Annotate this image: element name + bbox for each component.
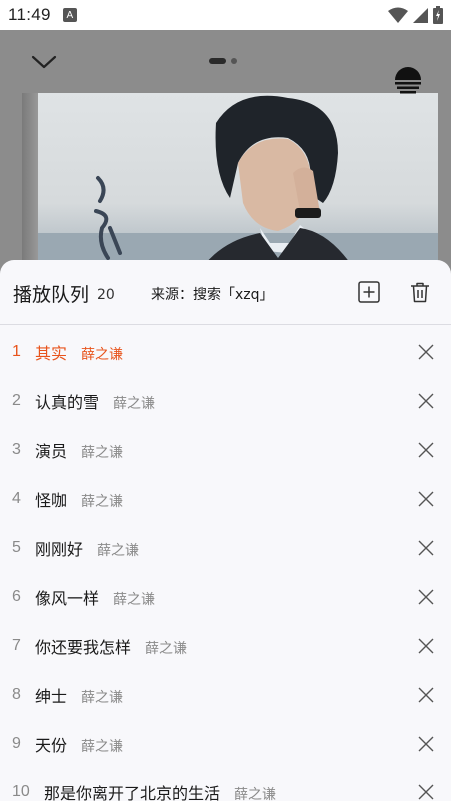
- track-number: 8: [12, 685, 21, 703]
- status-bar: 11:49 A: [0, 0, 451, 30]
- close-icon[interactable]: [416, 782, 436, 801]
- queue-item[interactable]: 9 天份 薛之谦: [0, 719, 451, 768]
- notification-icon: A: [62, 8, 77, 22]
- song-artist: 薛之谦: [81, 738, 124, 755]
- wifi-icon: [388, 7, 408, 23]
- close-icon[interactable]: [416, 685, 436, 705]
- track-number: 6: [12, 587, 21, 605]
- queue-item[interactable]: 5 刚刚好 薛之谦: [0, 524, 451, 573]
- close-icon[interactable]: [416, 734, 436, 754]
- track-number: 3: [12, 441, 21, 459]
- album-cover: [38, 93, 438, 280]
- queue-count: 20: [97, 287, 115, 303]
- song-artist: 薛之谦: [145, 640, 188, 657]
- close-icon[interactable]: [416, 342, 436, 362]
- song-artist: 薛之谦: [97, 543, 140, 559]
- close-icon[interactable]: [416, 538, 436, 558]
- track-number: 5: [12, 539, 21, 556]
- close-icon[interactable]: [416, 636, 436, 656]
- track-number: 9: [12, 734, 21, 752]
- song-artist: 薛之谦: [81, 689, 124, 706]
- battery-icon: [433, 6, 443, 24]
- queue-item[interactable]: 6 像风一样 薛之谦: [0, 572, 451, 621]
- queue-item[interactable]: 1 其实 薛之谦: [0, 328, 451, 377]
- song-artist: 薛之谦: [113, 396, 156, 413]
- song-artist: 薛之谦: [113, 591, 156, 608]
- track-number: 1: [12, 343, 21, 361]
- song-title: 绅士: [35, 686, 68, 706]
- status-icons: [388, 6, 443, 24]
- queue-item[interactable]: 4 怪咖 薛之谦: [0, 475, 451, 524]
- song-artist: 薛之谦: [81, 347, 124, 364]
- song-artist: 薛之谦: [81, 445, 124, 462]
- song-title: 刚刚好: [35, 540, 84, 559]
- status-time: 11:49: [8, 5, 51, 24]
- song-title: 你还要我怎样: [35, 637, 132, 657]
- song-artist: 薛之谦: [234, 787, 277, 801]
- page-indicator: [209, 58, 237, 64]
- track-number: 10: [12, 783, 30, 801]
- page-dot-active: [209, 58, 226, 64]
- album-shadow: [22, 93, 38, 280]
- song-title: 天份: [35, 735, 68, 755]
- song-title: 那是你离开了北京的生活: [44, 784, 221, 801]
- track-number: 4: [12, 490, 21, 508]
- close-icon[interactable]: [416, 587, 436, 607]
- trash-icon[interactable]: [409, 281, 431, 303]
- queue-item[interactable]: 8 绅士 薛之谦: [0, 670, 451, 719]
- queue-list: 1 其实 薛之谦 2 认真的雪 薛之谦 3 演员 薛之谦 4 怪咖 薛之谦 5 刚刚好薛…: [0, 328, 451, 801]
- signal-icon: [413, 7, 428, 23]
- queue-item[interactable]: 2 认真的雪 薛之谦: [0, 377, 451, 426]
- close-icon[interactable]: [416, 440, 436, 460]
- song-title: 其实: [35, 344, 68, 364]
- playback-mode-icon[interactable]: [393, 66, 423, 96]
- play-queue-sheet: 播放队列 20 来源：搜索「xzq」 1 其实 薛之谦 2 认真的雪 薛之谦 3 演…: [0, 260, 451, 801]
- queue-header: 播放队列 20 来源：搜索「xzq」: [0, 260, 451, 324]
- song-artist: 薛之谦: [81, 494, 124, 511]
- song-title: 认真的雪: [35, 393, 100, 413]
- header-divider: [0, 324, 451, 325]
- track-number: 2: [12, 392, 21, 410]
- close-icon[interactable]: [416, 391, 436, 411]
- track-number: 7: [12, 636, 21, 654]
- chevron-down-icon[interactable]: [30, 52, 58, 72]
- queue-title: 播放队列: [13, 284, 90, 306]
- song-title: 怪咖: [35, 491, 68, 511]
- queue-item[interactable]: 7 你还要我怎样 薛之谦: [0, 621, 451, 670]
- now-playing-background: [0, 30, 451, 280]
- queue-item[interactable]: 10 那是你离开了北京的生活 薛之谦: [0, 768, 451, 801]
- page-dot: [231, 58, 237, 64]
- song-title: 演员: [35, 442, 68, 462]
- add-to-playlist-icon[interactable]: [358, 281, 380, 303]
- album-art-image: [38, 95, 438, 280]
- queue-source: 来源：搜索「xzq」: [151, 287, 274, 303]
- close-icon[interactable]: [416, 489, 436, 509]
- song-title: 像风一样: [35, 588, 100, 608]
- queue-item[interactable]: 3 演员 薛之谦: [0, 426, 451, 475]
